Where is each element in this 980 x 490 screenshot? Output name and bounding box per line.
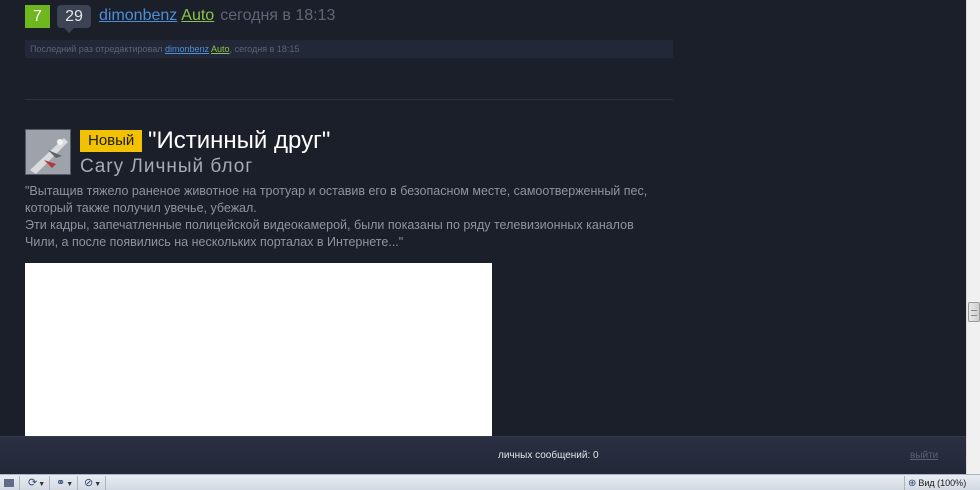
private-messages-link[interactable]: личных сообщений: 0 bbox=[498, 450, 599, 461]
page: 7 29 dimonbenz Auto сегодня в 18:13 Послед… bbox=[0, 0, 966, 490]
post-blog-line[interactable]: Cary Личный блог bbox=[80, 156, 253, 178]
excerpt-paragraph: Эти кадры, запечатленные полицейской вид… bbox=[25, 218, 634, 249]
edited-blog-link[interactable]: Auto bbox=[211, 44, 230, 54]
post-divider bbox=[25, 99, 673, 100]
chevron-down-icon: ▼ bbox=[66, 481, 74, 488]
excerpt-paragraph: "Вытащив тяжело раненое животное на трот… bbox=[25, 184, 648, 215]
popup-blocker-button[interactable]: ⊘▼ bbox=[80, 476, 106, 490]
edited-prefix: Последний раз отредактировал bbox=[30, 44, 163, 54]
edited-author-link[interactable]: dimonbenz bbox=[165, 44, 209, 54]
post-excerpt: "Вытащив тяжело раненое животное на трот… bbox=[25, 183, 665, 251]
zoom-label: Вид (100%) bbox=[918, 478, 967, 488]
new-badge: Новый bbox=[80, 130, 143, 152]
post-title[interactable]: "Истинный друг" bbox=[148, 127, 330, 155]
author-avatar[interactable] bbox=[25, 129, 71, 175]
logout-link[interactable]: выйти bbox=[910, 450, 938, 461]
edited-note: Последний раз отредактировал dimonbenz A… bbox=[25, 40, 673, 58]
post-meta: dimonbenz Auto сегодня в 18:13 bbox=[99, 7, 335, 25]
author-link[interactable]: dimonbenz bbox=[99, 7, 177, 24]
post-date: сегодня в 18:13 bbox=[220, 7, 336, 24]
browser-status-bar: ⟳▼ ⚭▼ ⊘▼ ⊕ Вид (100%) bbox=[0, 474, 980, 490]
network-button[interactable]: ⚭▼ bbox=[52, 476, 78, 490]
vertical-scrollbar[interactable] bbox=[966, 0, 980, 474]
zoom-icon: ⊕ bbox=[908, 478, 917, 489]
rating-badge: 7 bbox=[25, 5, 50, 28]
blog-link[interactable]: Auto bbox=[181, 7, 214, 24]
zoom-control[interactable]: ⊕ Вид (100%) bbox=[904, 476, 966, 490]
edited-suffix: , сегодня в 18:15 bbox=[229, 44, 300, 54]
network-icon: ⚭ bbox=[56, 477, 66, 489]
scroll-thumb[interactable] bbox=[968, 302, 980, 322]
user-bar: личных сообщений: 0 выйти bbox=[0, 436, 966, 474]
blocked-icon: ⊘ bbox=[84, 477, 94, 489]
chevron-down-icon: ▼ bbox=[38, 481, 46, 488]
avatar-image-icon bbox=[26, 130, 70, 174]
refresh-button[interactable]: ⟳▼ bbox=[24, 476, 50, 490]
chevron-down-icon: ▼ bbox=[94, 481, 102, 488]
refresh-icon: ⟳ bbox=[28, 477, 38, 489]
comments-count-button[interactable]: 29 bbox=[57, 5, 91, 33]
status-grip-icon bbox=[0, 476, 20, 490]
